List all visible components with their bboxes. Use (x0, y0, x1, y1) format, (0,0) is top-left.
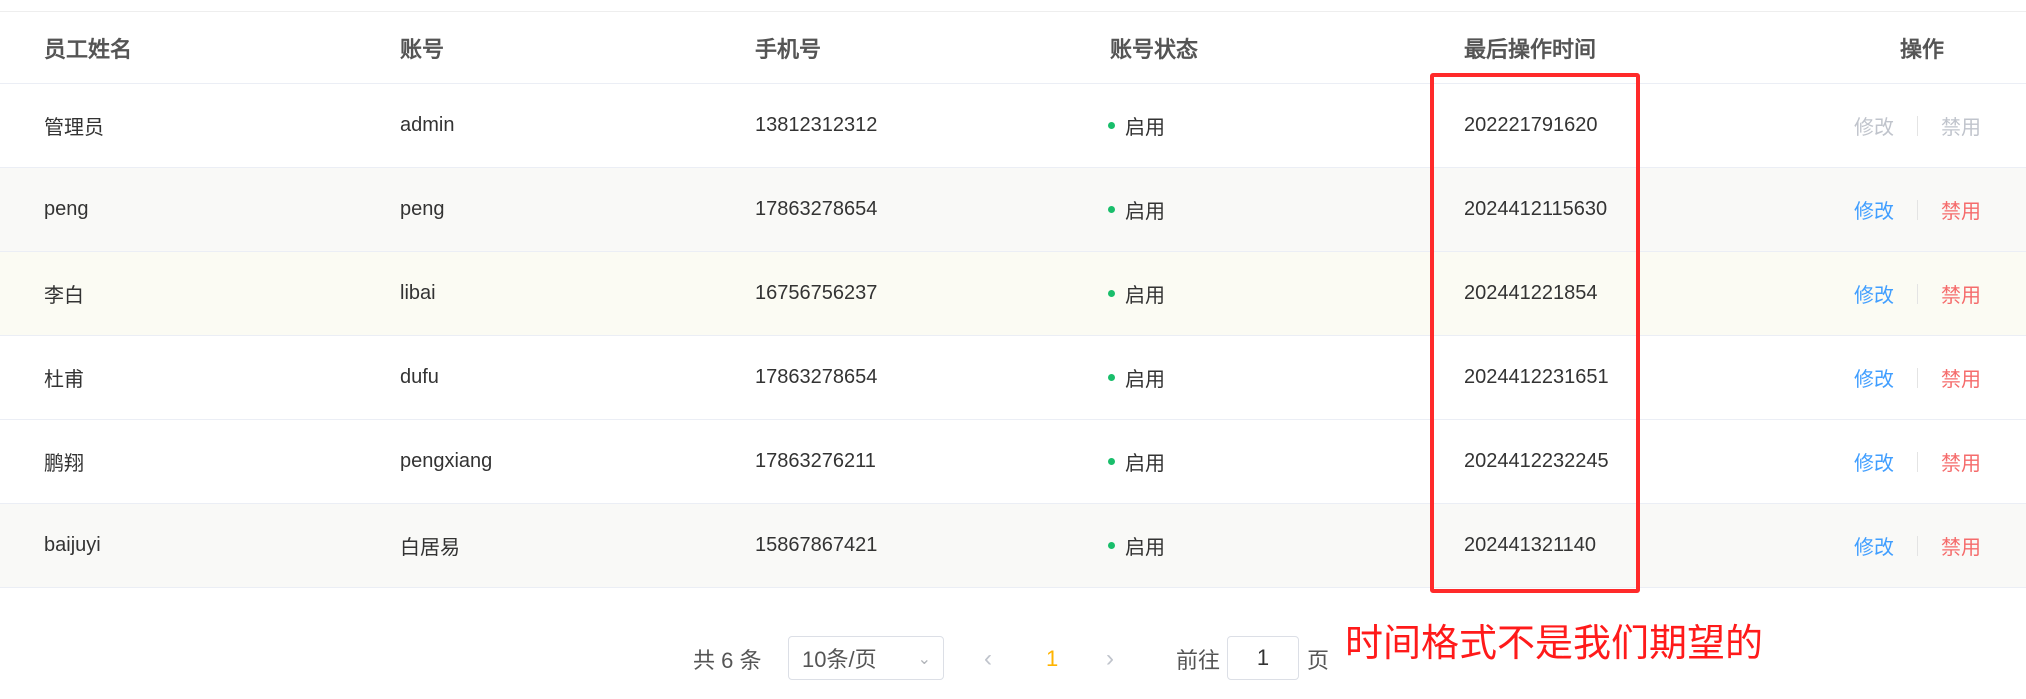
row-actions: 修改 禁用 (1854, 168, 1981, 251)
status: 启用 (1108, 504, 1165, 587)
status-label: 启用 (1125, 201, 1165, 223)
employee-name: peng (44, 198, 89, 220)
phone: 17863278654 (755, 366, 878, 388)
header-phone: 手机号 (755, 36, 822, 62)
disable-button[interactable]: 禁用 (1941, 363, 1981, 392)
phone: 16756756237 (755, 282, 878, 304)
disable-button[interactable]: 禁用 (1941, 279, 1981, 308)
status-dot-icon (1108, 290, 1115, 297)
action-divider (1917, 451, 1918, 472)
table-row: 李白 libai 16756756237 启用 202441221854 修改 … (0, 252, 2026, 336)
status-label: 启用 (1125, 453, 1165, 475)
edit-button[interactable]: 修改 (1854, 195, 1894, 224)
account: admin (400, 114, 455, 136)
header-actions: 操作 (1900, 36, 1945, 62)
row-actions: 修改 禁用 (1854, 336, 1981, 419)
pagination-total: 共 6 条 (693, 648, 762, 673)
last-operation-time: 202221791620 (1464, 114, 1598, 136)
table-row: baijuyi 白居易 15867867421 启用 202441321140 … (0, 504, 2026, 588)
status: 启用 (1108, 84, 1165, 167)
status-dot-icon (1108, 122, 1115, 129)
action-divider (1917, 367, 1918, 388)
row-actions: 修改 禁用 (1854, 84, 1981, 167)
edit-button[interactable]: 修改 (1854, 363, 1894, 392)
page-size-select[interactable]: 10条/页 ⌄ (788, 636, 944, 680)
last-operation-time: 2024412231651 (1464, 366, 1609, 388)
row-actions: 修改 禁用 (1854, 252, 1981, 335)
goto-label: 前往 (1176, 648, 1221, 673)
account: 白居易 (400, 537, 460, 559)
header-employee-name: 员工姓名 (44, 36, 133, 62)
disable-button[interactable]: 禁用 (1941, 111, 1981, 140)
goto-page-input[interactable]: 1 (1227, 636, 1299, 680)
account: peng (400, 198, 445, 220)
employee-name: baijuyi (44, 534, 101, 556)
status: 启用 (1108, 168, 1165, 251)
last-operation-time: 2024412115630 (1464, 198, 1608, 220)
status-dot-icon (1108, 542, 1115, 549)
table-row: 管理员 admin 13812312312 启用 202221791620 修改… (0, 84, 2026, 168)
status-dot-icon (1108, 206, 1115, 213)
phone: 17863278654 (755, 198, 878, 220)
edit-button[interactable]: 修改 (1854, 111, 1894, 140)
status-label: 启用 (1125, 117, 1165, 139)
row-actions: 修改 禁用 (1854, 504, 1981, 587)
page-number-current[interactable]: 1 (1046, 636, 1058, 682)
status: 启用 (1108, 252, 1165, 335)
chevron-right-icon[interactable]: › (1106, 636, 1114, 682)
last-operation-time: 202441221854 (1464, 282, 1598, 304)
row-actions: 修改 禁用 (1854, 420, 1981, 503)
status-label: 启用 (1125, 285, 1165, 307)
header-last-operation-time: 最后操作时间 (1464, 36, 1597, 62)
disable-button[interactable]: 禁用 (1941, 447, 1981, 476)
disable-button[interactable]: 禁用 (1941, 531, 1981, 560)
last-operation-time: 202441321140 (1464, 534, 1596, 556)
chevron-down-icon: ⌄ (917, 651, 931, 668)
phone: 13812312312 (755, 114, 878, 136)
status-label: 启用 (1125, 537, 1165, 559)
edit-button[interactable]: 修改 (1854, 531, 1894, 560)
status-dot-icon (1108, 374, 1115, 381)
action-divider (1917, 199, 1918, 220)
action-divider (1917, 115, 1918, 136)
account: dufu (400, 366, 439, 388)
employee-name: 管理员 (44, 117, 104, 139)
page-suffix-label: 页 (1307, 648, 1330, 673)
phone: 17863276211 (755, 450, 876, 472)
last-operation-time: 2024412232245 (1464, 450, 1609, 472)
table-row: 杜甫 dufu 17863278654 启用 2024412231651 修改 … (0, 336, 2026, 420)
header-account-status: 账号状态 (1110, 36, 1199, 62)
table-row: 鹏翔 pengxiang 17863276211 启用 202441223224… (0, 420, 2026, 504)
phone: 15867867421 (755, 534, 878, 556)
employee-name: 李白 (44, 285, 84, 307)
status: 启用 (1108, 336, 1165, 419)
pagination: 共 6 条 10条/页 ⌄ ‹ 1 › 前往 1 页 (0, 636, 2026, 682)
employee-table: 员工姓名 账号 手机号 账号状态 最后操作时间 操作 管理员 admin 138… (0, 12, 2026, 588)
table-row: peng peng 17863278654 启用 2024412115630 修… (0, 168, 2026, 252)
chevron-left-icon[interactable]: ‹ (984, 636, 992, 682)
status-dot-icon (1108, 458, 1115, 465)
disable-button[interactable]: 禁用 (1941, 195, 1981, 224)
status-label: 启用 (1125, 369, 1165, 391)
employee-name: 杜甫 (44, 369, 84, 391)
employee-name: 鹏翔 (44, 453, 84, 475)
action-divider (1917, 535, 1918, 556)
header-account: 账号 (400, 36, 445, 62)
edit-button[interactable]: 修改 (1854, 279, 1894, 308)
account: pengxiang (400, 450, 493, 472)
account: libai (400, 282, 436, 304)
edit-button[interactable]: 修改 (1854, 447, 1894, 476)
page-size-value: 10条/页 (802, 647, 877, 672)
status: 启用 (1108, 420, 1165, 503)
action-divider (1917, 283, 1918, 304)
table-header: 员工姓名 账号 手机号 账号状态 最后操作时间 操作 (0, 12, 2026, 84)
